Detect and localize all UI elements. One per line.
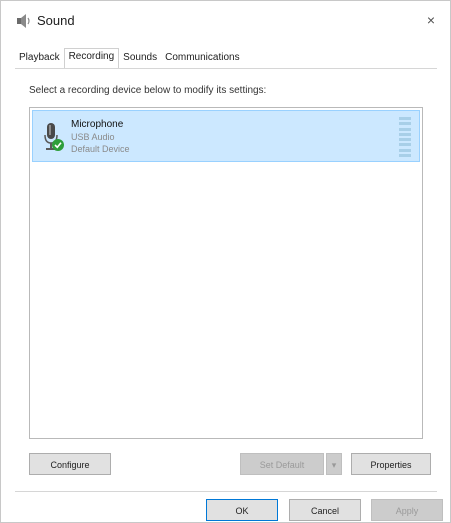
level-meter — [399, 117, 411, 157]
speaker-icon — [17, 14, 30, 28]
device-type: USB Audio — [71, 132, 115, 142]
properties-button[interactable]: Properties — [351, 453, 431, 475]
microphone-icon — [44, 123, 64, 151]
tab-recording[interactable]: Recording — [63, 48, 120, 69]
device-name: Microphone — [71, 119, 124, 130]
set-default-button[interactable]: Set Default — [240, 453, 324, 475]
configure-button[interactable]: Configure — [29, 453, 111, 475]
instruction-text: Select a recording device below to modif… — [29, 85, 267, 96]
recording-panel: Select a recording device below to modif… — [15, 68, 437, 492]
tab-communications[interactable]: Communications — [161, 49, 243, 69]
device-list[interactable]: Microphone USB Audio Default Device — [29, 107, 423, 439]
title-bar: Sound × — [1, 1, 450, 41]
ok-button[interactable]: OK — [206, 499, 278, 521]
device-item-microphone[interactable]: Microphone USB Audio Default Device — [32, 110, 420, 162]
cancel-button[interactable]: Cancel — [289, 499, 361, 521]
tab-sounds[interactable]: Sounds — [119, 49, 161, 69]
apply-button[interactable]: Apply — [371, 499, 443, 521]
sound-dialog: Sound × Playback Recording Sounds Commun… — [0, 0, 451, 523]
device-status: Default Device — [71, 144, 130, 154]
tab-strip: Playback Recording Sounds Communications — [15, 48, 244, 69]
green-check-icon — [52, 139, 64, 151]
close-button[interactable]: × — [422, 11, 440, 29]
set-default-dropdown[interactable]: ▾ — [326, 453, 342, 475]
window-title: Sound — [37, 13, 75, 28]
tab-playback[interactable]: Playback — [15, 49, 64, 69]
